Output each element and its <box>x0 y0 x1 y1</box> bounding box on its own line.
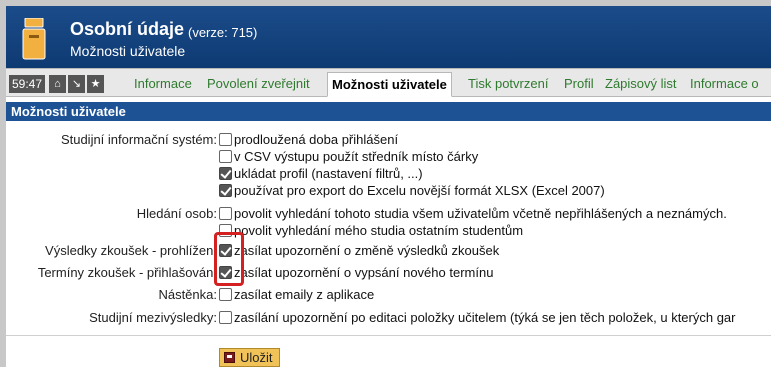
option-label: ukládat profil (nastavení filtrů, ...) <box>234 166 423 181</box>
option-label: používat pro export do Excelu novější fo… <box>234 183 605 198</box>
label-board: Nástěnka: <box>158 287 217 302</box>
tab-tisk-potvrzeni[interactable]: Tisk potvrzení <box>468 76 548 91</box>
floppy-disk-icon <box>224 352 235 363</box>
checkbox-extended-login[interactable] <box>219 133 232 146</box>
checkbox-send-emails[interactable] <box>219 288 232 301</box>
annotation-highlight-box <box>214 232 244 286</box>
label-sis: Studijní informační systém: <box>60 132 217 147</box>
collapse-icon[interactable]: ↘ <box>68 75 85 93</box>
option-allow-search-students[interactable]: povolit vyhledání mého studia ostatním s… <box>219 223 523 239</box>
label-interim: Studijní mezivýsledky: <box>89 310 217 325</box>
option-label: zasílání upozornění po editaci položky u… <box>234 310 736 325</box>
session-timer: 59:47 <box>9 75 46 93</box>
tab-zapisovy-list[interactable]: Zápisový list <box>605 76 677 91</box>
section-title: Možnosti uživatele <box>6 102 771 121</box>
option-label: v CSV výstupu použít středník místo čárk… <box>234 149 479 164</box>
option-notify-new-date[interactable]: zasílat upozornění o vypsání nového term… <box>219 265 493 281</box>
option-label: zasílat upozornění o vypsání nového term… <box>234 265 494 280</box>
checkbox-xlsx-export[interactable] <box>219 184 232 197</box>
archive-icon <box>22 18 46 60</box>
app-subtitle: Možnosti uživatele <box>70 43 186 59</box>
label-exam-results: Výsledky zkoušek - prohlížení <box>45 243 217 258</box>
option-label: prodloužená doba přihlášení <box>234 132 399 147</box>
option-extended-login[interactable]: prodloužená doba přihlášení <box>219 132 398 148</box>
tab-informace[interactable]: Informace <box>134 76 192 91</box>
save-button[interactable]: Uložit <box>219 348 280 367</box>
option-label: povolit vyhledání mého studia ostatním s… <box>234 223 524 238</box>
option-xlsx-export[interactable]: používat pro export do Excelu novější fo… <box>219 183 605 199</box>
app-title: Osobní údaje <box>70 19 185 39</box>
option-interim-notify[interactable]: zasílání upozornění po editaci položky u… <box>219 310 736 326</box>
toolbar: 59:47 ⌂ ↘ ★ Informace Povolení zveřejnit… <box>6 68 771 97</box>
label-search: Hledání osob: <box>136 206 217 221</box>
option-label: povolit vyhledání tohoto studia všem uži… <box>234 206 727 221</box>
star-icon[interactable]: ★ <box>87 75 104 93</box>
option-save-profile[interactable]: ukládat profil (nastavení filtrů, ...) <box>219 166 423 182</box>
tab-profil[interactable]: Profil <box>564 76 594 91</box>
checkbox-interim-notify[interactable] <box>219 311 232 324</box>
checkbox-csv-semicolon[interactable] <box>219 150 232 163</box>
option-send-emails[interactable]: zasílat emaily z aplikace <box>219 287 374 303</box>
option-allow-search-all[interactable]: povolit vyhledání tohoto studia všem uži… <box>219 206 727 222</box>
app-version: (verze: 715) <box>188 25 258 40</box>
tab-povoleni-zverejnit[interactable]: Povolení zveřejnit <box>207 76 310 91</box>
tab-informace-o[interactable]: Informace o <box>690 76 759 91</box>
option-csv-semicolon[interactable]: v CSV výstupu použít středník místo čárk… <box>219 149 478 165</box>
checkbox-save-profile[interactable] <box>219 167 232 180</box>
divider <box>6 335 771 336</box>
checkbox-allow-search-all[interactable] <box>219 207 232 220</box>
home-icon[interactable]: ⌂ <box>49 75 66 93</box>
save-button-label: Uložit <box>240 350 273 365</box>
option-notify-result-change[interactable]: zasílat upozornění o změně výsledků zkou… <box>219 243 499 259</box>
option-label: zasílat upozornění o změně výsledků zkou… <box>234 243 500 258</box>
option-label: zasílat emaily z aplikace <box>234 287 375 302</box>
app-header: Osobní údaje (verze: 715) Možnosti uživa… <box>6 6 771 68</box>
label-exam-dates: Termíny zkoušek - přihlašování <box>37 265 217 280</box>
tab-moznosti-uzivatele[interactable]: Možnosti uživatele <box>327 72 452 97</box>
